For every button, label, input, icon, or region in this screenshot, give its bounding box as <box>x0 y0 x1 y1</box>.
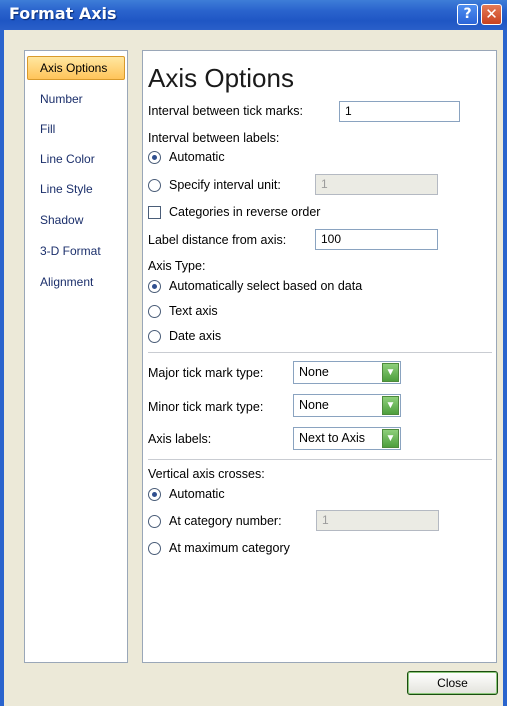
nav-item-shadow[interactable]: Shadow <box>26 208 126 232</box>
nav-item-alignment[interactable]: Alignment <box>26 270 126 294</box>
label-distance-input[interactable]: 100 <box>315 229 438 250</box>
nav-item-number[interactable]: Number <box>26 87 126 111</box>
reverse-order-label[interactable]: Categories in reverse order <box>169 205 320 219</box>
tick-interval-label: Interval between tick marks: <box>148 104 303 118</box>
category-nav: Axis Options Number Fill Line Color Line… <box>24 50 128 663</box>
specify-interval-radio[interactable] <box>148 179 161 192</box>
minor-tick-select[interactable]: None ▼ <box>293 394 401 417</box>
cross-max-radio[interactable] <box>148 542 161 555</box>
text-axis-radio[interactable] <box>148 305 161 318</box>
major-tick-select[interactable]: None ▼ <box>293 361 401 384</box>
axis-labels-label: Axis labels: <box>148 432 212 446</box>
cross-max-label[interactable]: At maximum category <box>169 541 290 555</box>
specify-interval-label[interactable]: Specify interval unit: <box>169 178 281 192</box>
format-axis-dialog: Format Axis ? ✕ Axis Options Number Fill… <box>0 0 507 706</box>
cross-category-input[interactable]: 1 <box>316 510 439 531</box>
label-distance-label: Label distance from axis: <box>148 233 287 247</box>
major-tick-value: None <box>299 365 329 379</box>
date-axis-radio[interactable] <box>148 330 161 343</box>
reverse-order-checkbox[interactable] <box>148 206 161 219</box>
label-interval-automatic-label[interactable]: Automatic <box>169 150 225 164</box>
cross-automatic-radio[interactable] <box>148 488 161 501</box>
axis-type-auto-radio[interactable] <box>148 280 161 293</box>
minor-tick-value: None <box>299 398 329 412</box>
cross-automatic-label[interactable]: Automatic <box>169 487 225 501</box>
chevron-down-icon[interactable]: ▼ <box>382 363 399 382</box>
nav-item-line-color[interactable]: Line Color <box>26 147 126 171</box>
nav-item-line-style[interactable]: Line Style <box>26 177 126 201</box>
axis-type-label: Axis Type: <box>148 259 206 273</box>
minor-tick-label: Minor tick mark type: <box>148 400 264 414</box>
window-title: Format Axis <box>9 4 117 23</box>
axis-labels-value: Next to Axis <box>299 431 365 445</box>
window-border-left <box>0 30 4 706</box>
vertical-crosses-label: Vertical axis crosses: <box>148 467 265 481</box>
window-border-right <box>503 30 507 706</box>
cross-category-label[interactable]: At category number: <box>169 514 282 528</box>
label-interval-automatic-radio[interactable] <box>148 151 161 164</box>
cross-category-radio[interactable] <box>148 515 161 528</box>
major-tick-label: Major tick mark type: <box>148 366 264 380</box>
divider <box>148 459 492 460</box>
nav-item-fill[interactable]: Fill <box>26 117 126 141</box>
close-button[interactable]: Close <box>407 671 498 695</box>
tick-interval-input[interactable]: 1 <box>339 101 460 122</box>
nav-item-axis-options[interactable]: Axis Options <box>27 56 125 80</box>
axis-type-auto-label[interactable]: Automatically select based on data <box>169 279 362 293</box>
page-title: Axis Options <box>148 63 294 93</box>
nav-item-3d-format[interactable]: 3-D Format <box>26 239 126 263</box>
help-button[interactable]: ? <box>457 4 478 25</box>
title-bar[interactable]: Format Axis ? ✕ <box>0 0 507 30</box>
axis-labels-select[interactable]: Next to Axis ▼ <box>293 427 401 450</box>
divider <box>148 352 492 353</box>
text-axis-label[interactable]: Text axis <box>169 304 218 318</box>
date-axis-label[interactable]: Date axis <box>169 329 221 343</box>
specify-interval-input[interactable]: 1 <box>315 174 438 195</box>
close-window-button[interactable]: ✕ <box>481 4 502 25</box>
chevron-down-icon[interactable]: ▼ <box>382 396 399 415</box>
label-interval-label: Interval between labels: <box>148 131 280 145</box>
chevron-down-icon[interactable]: ▼ <box>382 429 399 448</box>
